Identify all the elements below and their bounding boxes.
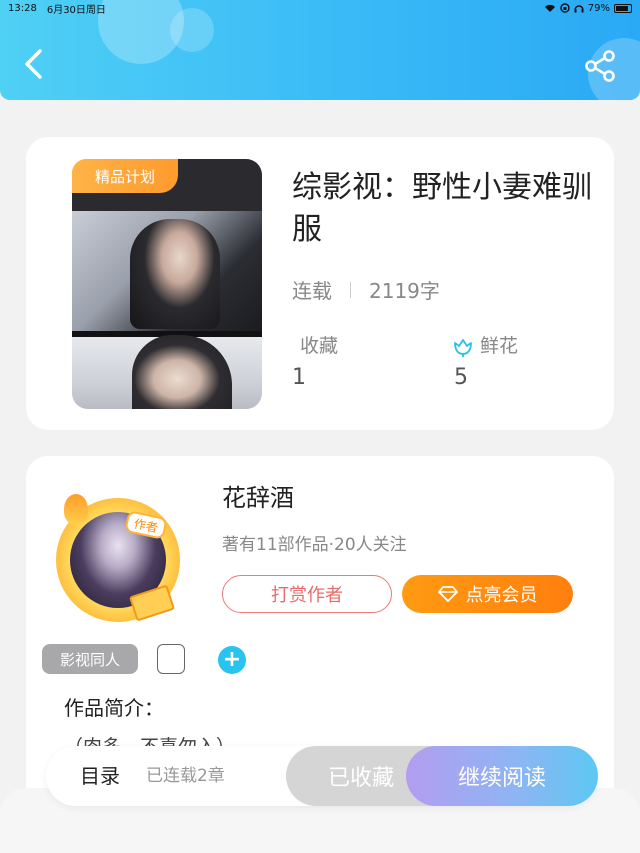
intro-label: 作品简介： <box>64 696 164 720</box>
back-button[interactable] <box>18 46 48 82</box>
toc-button[interactable]: 目录 <box>80 746 120 806</box>
lock-rotation-icon <box>560 3 570 13</box>
book-title: 综影视：野性小妻难驯服 <box>292 170 592 247</box>
word-count: 2119字 <box>369 279 440 303</box>
wifi-icon <box>544 4 555 12</box>
status-right: 79% <box>544 3 632 14</box>
flowers-count: 5 <box>454 365 468 390</box>
book-cover[interactable] <box>72 159 262 409</box>
tip-author-button[interactable]: 打赏作者 <box>222 575 392 613</box>
share-button[interactable] <box>582 48 618 84</box>
flower-icon <box>454 338 472 357</box>
chapter-count: 已连载2章 <box>146 766 225 786</box>
vip-button-label: 点亮会员 <box>465 585 538 606</box>
author-avatar[interactable]: 作者 <box>52 494 188 630</box>
lamp-icon <box>64 494 88 524</box>
book-info-card: 精品计划 综影视：野性小妻难驯服 连载 2119字 收藏 1 鲜花 5 <box>26 137 614 430</box>
author-stats: 著有11部作品·20人关注 <box>222 535 407 555</box>
chevron-left-icon <box>25 49 42 79</box>
flowers-stat: 鲜花 <box>452 331 518 358</box>
add-tag-button[interactable]: + <box>218 646 246 674</box>
vip-button[interactable]: 点亮会员 <box>402 575 573 613</box>
book-meta: 连载 2119字 <box>292 275 440 304</box>
share-icon <box>585 50 615 82</box>
header-bar: 13:28 6月30日周日 79% <box>0 0 640 100</box>
status-date: 6月30日周日 <box>46 4 106 16</box>
author-name[interactable]: 花辞酒 <box>222 478 294 513</box>
meta-divider <box>350 281 351 298</box>
status-bar: 13:28 6月30日周日 79% <box>0 0 640 16</box>
favorites-count: 1 <box>292 365 306 390</box>
genre-tag[interactable]: 影视同人 <box>42 644 138 674</box>
battery-icon <box>614 3 632 13</box>
flowers-label: 鲜花 <box>480 335 519 357</box>
cover-figure <box>130 219 220 329</box>
serial-status: 连载 <box>292 279 332 303</box>
status-time: 13:28 <box>8 2 37 14</box>
battery-percent: 79% <box>587 2 610 14</box>
headphones-icon <box>574 5 584 13</box>
favorites-label: 收藏 <box>300 335 339 357</box>
premium-badge: 精品计划 <box>72 159 178 193</box>
plus-icon: + <box>222 647 242 672</box>
continue-reading-button[interactable]: 继续阅读 <box>406 746 598 806</box>
diamond-icon <box>437 586 458 602</box>
bottom-action-bar: 目录 已连载2章 已收藏 继续阅读 <box>46 746 598 806</box>
tag-checkbox[interactable] <box>157 644 185 674</box>
